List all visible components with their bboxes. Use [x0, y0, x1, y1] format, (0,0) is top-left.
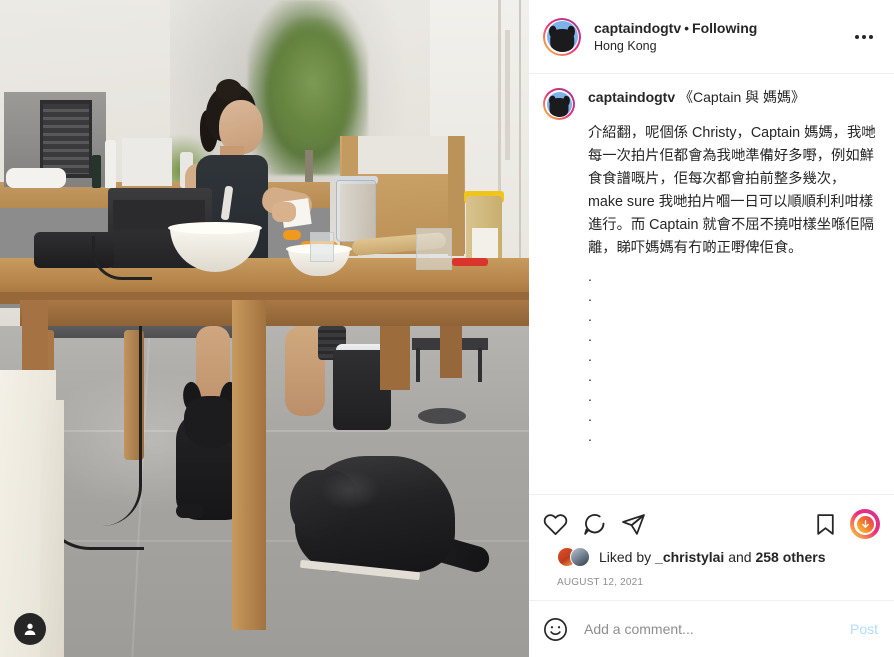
photo-bottle-3	[92, 155, 101, 188]
header-username-row: captaindogtv • Following	[594, 20, 848, 37]
photo-dog-bowl	[418, 408, 466, 424]
comment-bubble-icon[interactable]	[582, 512, 607, 537]
header-separator: •	[684, 19, 690, 36]
liker-avatars	[557, 547, 590, 567]
header-location[interactable]: Hong Kong	[594, 38, 848, 54]
action-buttons-right	[813, 509, 880, 539]
emoji-smiley-icon[interactable]	[543, 617, 568, 642]
comment-bar: Post	[529, 600, 894, 657]
action-buttons-row	[543, 503, 880, 545]
caption-title: 《Captain 與 媽媽》	[679, 89, 806, 105]
likes-username[interactable]: _christylai	[655, 549, 724, 565]
photo-chair-cutout	[356, 136, 450, 174]
comment-input[interactable]	[582, 620, 848, 638]
photo-person-hair-bun	[216, 79, 242, 101]
following-button[interactable]: Following	[692, 20, 757, 36]
post-comment-button[interactable]: Post	[848, 621, 880, 637]
caption-title-row: captaindogtv 《Captain 與 媽媽》	[588, 88, 880, 107]
instagram-post: captaindogtv • Following Hong Kong capta…	[0, 0, 894, 657]
more-options-icon[interactable]	[848, 21, 880, 53]
share-paper-plane-icon[interactable]	[621, 512, 646, 537]
download-gradient-icon[interactable]	[850, 509, 880, 539]
photo-whiteboard	[122, 138, 172, 186]
liker-avatar-2	[570, 547, 590, 567]
likes-row[interactable]: Liked by _christylai and 258 others	[543, 545, 880, 567]
photo-dog-sitting-paw	[176, 504, 204, 518]
action-buttons-left	[543, 512, 646, 537]
caption-dot-line: .	[588, 388, 592, 404]
dog-head-small	[549, 98, 569, 117]
caption-avatar-inner	[545, 90, 573, 118]
caption-row: captaindogtv 《Captain 與 媽媽》 介紹翻，呢個係 Chri…	[543, 88, 880, 446]
more-dot-2	[862, 34, 866, 39]
photo-pipe	[505, 30, 510, 160]
photo-plant-dense	[268, 18, 358, 148]
header-text: captaindogtv • Following Hong Kong	[594, 20, 848, 54]
more-dot-1	[855, 34, 859, 39]
caption-dot-line: .	[588, 368, 592, 384]
caption-dot-line: .	[588, 308, 592, 324]
photo-glass-1	[310, 232, 334, 262]
author-avatar[interactable]	[543, 17, 581, 56]
caption-dot-line: .	[588, 288, 592, 304]
likes-text: Liked by _christylai and 258 others	[599, 549, 826, 565]
download-gradient-ring	[850, 509, 880, 539]
photo-jar-label	[472, 228, 498, 258]
caption-text: 介紹翻，呢個係 Christy，Captain 媽媽，我哋每一次拍片佢都會為我哋…	[588, 125, 876, 256]
caption-area: captaindogtv 《Captain 與 媽媽》 介紹翻，呢個係 Chri…	[529, 74, 894, 494]
photo-large-bowl-rim	[168, 222, 262, 234]
photo-rack-leg-2	[478, 348, 482, 382]
avatar-inner	[545, 19, 579, 54]
photo-blender	[336, 180, 376, 242]
dog-avatar-icon	[546, 21, 578, 52]
caption-username[interactable]: captaindogtv	[588, 89, 675, 105]
photo-dog-sitting-head	[184, 396, 238, 448]
caption-body: captaindogtv 《Captain 與 媽媽》 介紹翻，呢個係 Chri…	[588, 88, 880, 446]
photo-rack-leg-1	[416, 348, 420, 382]
person-tag-icon[interactable]	[14, 613, 46, 645]
download-gradient-inner	[854, 513, 876, 535]
post-sidebar: captaindogtv • Following Hong Kong capta…	[529, 0, 894, 657]
caption-dot-line: .	[588, 268, 592, 284]
photo-red-object	[452, 258, 488, 266]
likes-prefix: Liked by	[599, 549, 656, 565]
photo-table-apron	[20, 300, 529, 326]
post-actions: Liked by _christylai and 258 others AUGU…	[529, 494, 894, 600]
photo-appliance-slats	[43, 104, 89, 174]
dog-head	[550, 29, 574, 52]
likes-middle: and	[724, 549, 756, 565]
likes-count[interactable]: 258	[755, 549, 778, 565]
caption-dot-line: .	[588, 328, 592, 344]
post-header: captaindogtv • Following Hong Kong	[529, 0, 894, 74]
bookmark-icon[interactable]	[813, 512, 838, 537]
photo-foreground-wall-shade	[40, 400, 64, 657]
likes-suffix[interactable]: others	[779, 549, 826, 565]
more-dot-3	[869, 34, 873, 39]
photo-towel	[6, 168, 66, 188]
header-username[interactable]: captaindogtv	[594, 20, 681, 36]
caption-dot-line: .	[588, 408, 592, 424]
photo-person-hand	[272, 202, 296, 222]
post-image[interactable]	[0, 0, 529, 657]
caption-dot-line: .	[588, 428, 592, 444]
photo-carrot-piece	[283, 230, 301, 240]
caption-avatar[interactable]	[543, 88, 575, 120]
heart-icon[interactable]	[543, 512, 568, 537]
caption-dot-line: .	[588, 348, 592, 364]
download-arrow-badge	[856, 515, 874, 533]
photo-dog-lying-highlight	[320, 470, 380, 510]
dog-avatar-icon-small	[546, 91, 572, 117]
post-date: AUGUST 12, 2021	[557, 577, 644, 588]
photo-table-leg-middle	[232, 300, 266, 630]
photo-bottle-1	[105, 140, 116, 188]
photo-glass-2	[416, 228, 452, 270]
caption-dots: . . . . . . . . .	[588, 266, 880, 446]
